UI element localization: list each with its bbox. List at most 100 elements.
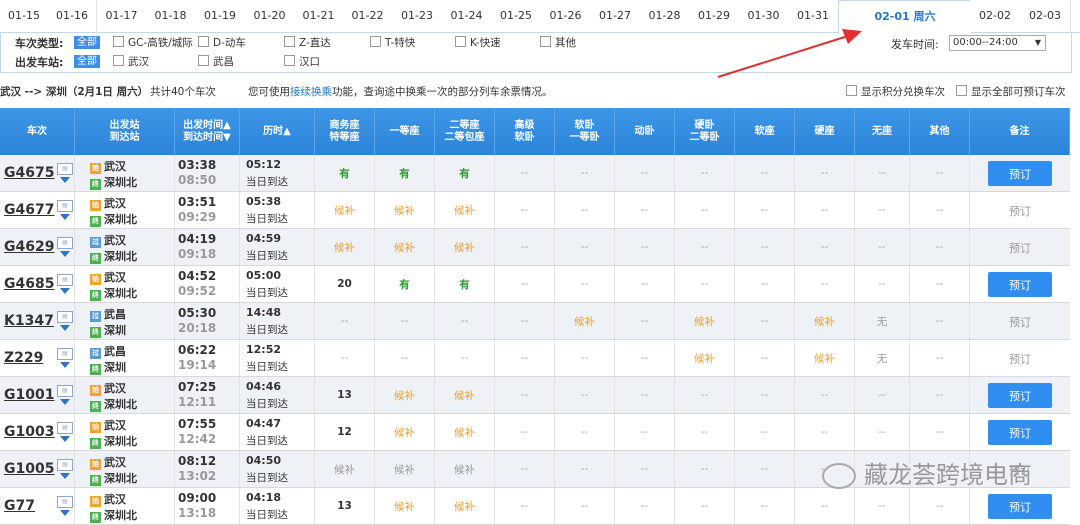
id-card-icon[interactable]: ▤ xyxy=(57,385,73,397)
train-number-link[interactable]: G4685 xyxy=(4,276,54,292)
expand-stops-icon[interactable] xyxy=(60,251,70,257)
checkbox-icon[interactable] xyxy=(198,55,209,66)
expand-stops-icon[interactable] xyxy=(60,436,70,442)
depart-time-select[interactable]: 00:00--24:00 ▼ xyxy=(949,35,1046,51)
seat-availability-cell[interactable]: 候补 xyxy=(435,229,495,265)
checkbox-icon[interactable] xyxy=(198,36,209,47)
seat-availability-cell[interactable]: 候补 xyxy=(435,377,495,413)
checkbox-icon[interactable] xyxy=(113,55,124,66)
transfer-link[interactable]: 接续换乘 xyxy=(290,86,332,98)
date-tab[interactable]: 01-30 xyxy=(739,0,789,32)
id-card-icon[interactable]: ▤ xyxy=(57,311,73,323)
expand-stops-icon[interactable] xyxy=(60,473,70,479)
checkbox-icon[interactable] xyxy=(284,36,295,47)
station-wuhan-option[interactable]: 武汉 xyxy=(113,54,149,69)
seat-availability-cell[interactable]: 候补 xyxy=(375,192,435,228)
seat-availability-cell[interactable]: 候补 xyxy=(675,340,735,376)
id-card-icon[interactable]: ▤ xyxy=(57,422,73,434)
train-number-link[interactable]: Z229 xyxy=(4,350,43,366)
show-points-trains-option[interactable]: 显示积分兑换车次 xyxy=(846,84,945,99)
expand-stops-icon[interactable] xyxy=(60,177,70,183)
seat-availability-cell[interactable]: 候补 xyxy=(795,303,855,339)
book-button[interactable]: 预订 xyxy=(988,494,1052,519)
station-wuchang-option[interactable]: 武昌 xyxy=(198,54,234,69)
book-button[interactable]: 预订 xyxy=(988,383,1052,408)
train-number-link[interactable]: G4675 xyxy=(4,165,54,181)
train-type-k-option[interactable]: K-快速 xyxy=(455,35,501,50)
train-type-gc-option[interactable]: GC-高铁/城际 xyxy=(113,35,193,50)
id-card-icon[interactable]: ▤ xyxy=(57,200,73,212)
seat-availability-cell[interactable]: 候补 xyxy=(435,414,495,450)
seat-availability-cell[interactable]: 候补 xyxy=(675,303,735,339)
train-number-link[interactable]: G1003 xyxy=(4,424,54,440)
train-number-link[interactable]: G1001 xyxy=(4,387,54,403)
checkbox-icon[interactable] xyxy=(284,55,295,66)
column-header[interactable]: 出发时间▲ 到达时间▼ xyxy=(175,108,240,155)
id-card-icon[interactable]: ▤ xyxy=(57,163,73,175)
date-tab[interactable]: 01-25 xyxy=(491,0,542,32)
date-tab[interactable]: 01-27 xyxy=(590,0,641,32)
book-button[interactable]: 预订 xyxy=(988,272,1052,297)
checkbox-icon[interactable] xyxy=(455,36,466,47)
seat-availability-cell[interactable]: 候补 xyxy=(315,229,375,265)
book-button[interactable]: 预订 xyxy=(988,161,1052,186)
date-tab[interactable]: 02-01 周六 xyxy=(838,0,972,34)
date-tab[interactable]: 01-31 xyxy=(788,0,839,32)
date-tab[interactable]: 01-17 xyxy=(97,0,147,32)
checkbox-icon[interactable] xyxy=(846,85,857,96)
seat-availability-cell[interactable]: 候补 xyxy=(375,451,435,487)
seat-availability-cell[interactable]: 候补 xyxy=(375,229,435,265)
column-header[interactable]: 出发站 到达站 xyxy=(75,108,175,155)
show-all-bookable-option[interactable]: 显示全部可预订车次 xyxy=(956,84,1066,99)
checkbox-icon[interactable] xyxy=(370,36,381,47)
date-tab[interactable]: 01-19 xyxy=(195,0,246,32)
expand-stops-icon[interactable] xyxy=(60,325,70,331)
book-button[interactable]: 预订 xyxy=(988,420,1052,445)
expand-stops-icon[interactable] xyxy=(60,288,70,294)
id-card-icon[interactable]: ▤ xyxy=(57,459,73,471)
seat-availability-cell[interactable]: 候补 xyxy=(435,451,495,487)
station-hankou-option[interactable]: 汉口 xyxy=(284,54,320,69)
train-number-link[interactable]: G4629 xyxy=(4,239,54,255)
column-header[interactable]: 历时▲ xyxy=(240,108,315,155)
date-tab[interactable]: 01-26 xyxy=(541,0,591,32)
seat-availability-cell[interactable]: 候补 xyxy=(375,377,435,413)
expand-stops-icon[interactable] xyxy=(60,214,70,220)
train-type-d-option[interactable]: D-动车 xyxy=(198,35,246,50)
column-header[interactable]: 车次 xyxy=(0,108,75,155)
seat-availability-cell[interactable]: 候补 xyxy=(315,451,375,487)
expand-stops-icon[interactable] xyxy=(60,399,70,405)
date-tab[interactable]: 01-23 xyxy=(392,0,443,32)
train-type-t-option[interactable]: T-特快 xyxy=(370,35,415,50)
checkbox-icon[interactable] xyxy=(956,85,967,96)
checkbox-icon[interactable] xyxy=(113,36,124,47)
train-type-all-chip[interactable]: 全部 xyxy=(74,36,100,49)
id-card-icon[interactable]: ▤ xyxy=(57,496,73,508)
expand-stops-icon[interactable] xyxy=(60,362,70,368)
checkbox-icon[interactable] xyxy=(540,36,551,47)
date-tab[interactable]: 01-16 xyxy=(48,0,97,32)
id-card-icon[interactable]: ▤ xyxy=(57,237,73,249)
seat-availability-cell[interactable]: 候补 xyxy=(435,192,495,228)
train-type-other-option[interactable]: 其他 xyxy=(540,35,576,50)
train-type-z-option[interactable]: Z-直达 xyxy=(284,35,331,50)
date-tab[interactable]: 01-18 xyxy=(146,0,196,32)
date-tab[interactable]: 01-29 xyxy=(689,0,740,32)
id-card-icon[interactable]: ▤ xyxy=(57,348,73,360)
seat-availability-cell[interactable]: 候补 xyxy=(795,340,855,376)
train-number-link[interactable]: K1347 xyxy=(4,313,54,329)
date-tab[interactable]: 01-22 xyxy=(343,0,393,32)
seat-availability-cell[interactable]: 候补 xyxy=(315,192,375,228)
date-tab[interactable]: 01-28 xyxy=(640,0,690,32)
train-number-link[interactable]: G1005 xyxy=(4,461,54,477)
expand-stops-icon[interactable] xyxy=(60,510,70,516)
date-tab[interactable]: 01-20 xyxy=(245,0,295,32)
train-number-link[interactable]: G77 xyxy=(4,498,35,514)
seat-availability-cell[interactable]: 候补 xyxy=(375,414,435,450)
date-tab[interactable]: 02-03 xyxy=(1020,0,1071,32)
id-card-icon[interactable]: ▤ xyxy=(57,274,73,286)
seat-availability-cell[interactable]: 候补 xyxy=(555,303,615,339)
date-tab[interactable]: 01-15 xyxy=(0,0,49,32)
date-tab[interactable]: 02-02 xyxy=(970,0,1021,32)
depart-station-all-chip[interactable]: 全部 xyxy=(74,55,100,68)
